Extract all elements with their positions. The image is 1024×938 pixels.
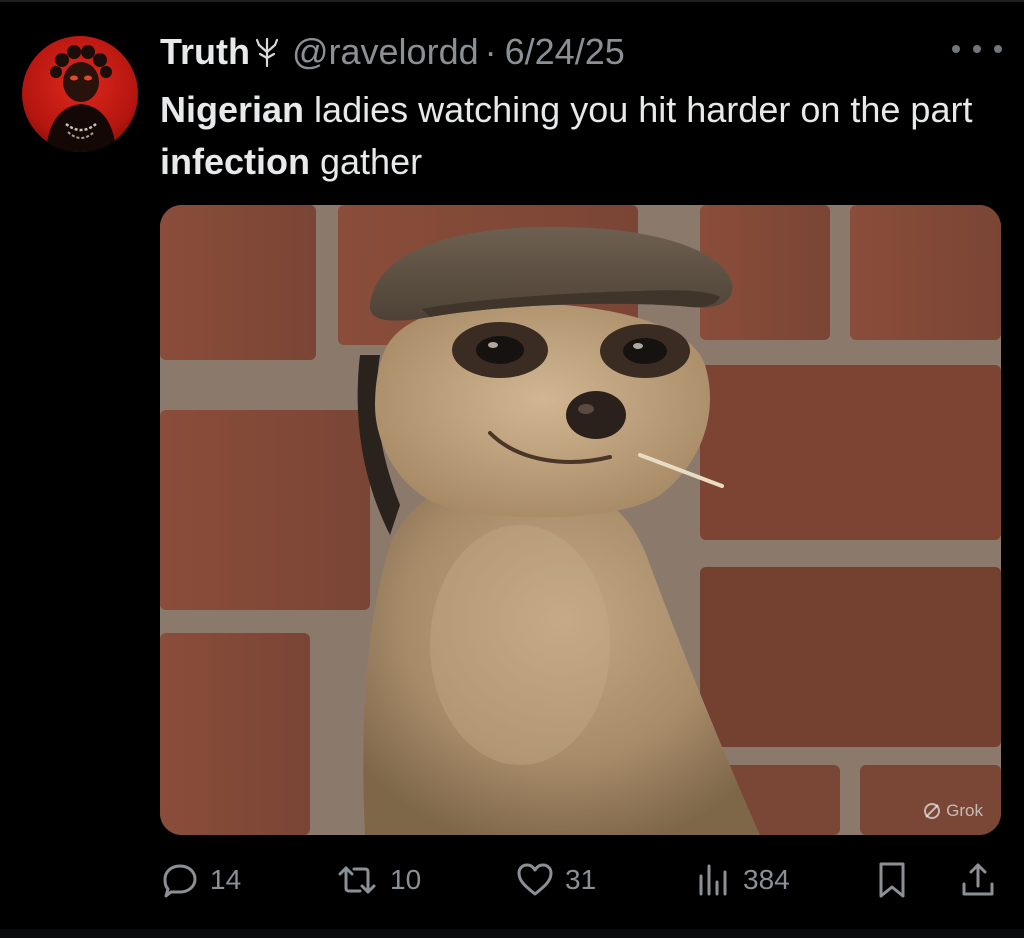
- views-count: 384: [743, 864, 790, 895]
- grok-watermark-label: Grok: [946, 801, 983, 820]
- tweet-text-bold-1: Nigerian: [160, 89, 305, 130]
- like-button[interactable]: 31: [515, 854, 596, 906]
- views-icon: [699, 864, 727, 896]
- more-icon[interactable]: [952, 36, 1002, 62]
- bookmark-icon: [879, 862, 905, 898]
- reply-button[interactable]: 14: [160, 854, 241, 906]
- tweet-container: Truth @ravelordd · 6/24/25 Nigerian ladi…: [0, 0, 1024, 938]
- tweet-text-part-2: ladies watching you hit harder on the pa…: [304, 89, 973, 130]
- reply-icon: [163, 864, 197, 898]
- bottom-divider: [0, 929, 1024, 938]
- tweet-media-image[interactable]: Grok: [160, 205, 1001, 835]
- reply-count: 14: [210, 864, 242, 895]
- action-bar: 14 10 31 384: [160, 854, 1002, 906]
- avatar[interactable]: [22, 36, 138, 152]
- tweet-header: Truth @ravelordd · 6/24/25: [160, 30, 625, 74]
- views-button[interactable]: 384: [693, 854, 790, 906]
- retweet-icon: [338, 866, 376, 894]
- retweet-count: 10: [390, 864, 422, 895]
- tweet-text: Nigerian ladies watching you hit harder …: [160, 84, 1000, 188]
- meerkat-photo: [160, 205, 1001, 835]
- share-icon: [962, 863, 994, 896]
- like-count: 31: [565, 864, 597, 895]
- tree-emoji-icon: [252, 36, 282, 68]
- tweet-text-part-4: gather: [310, 141, 423, 182]
- heart-icon: [517, 863, 553, 896]
- author-name[interactable]: Truth: [160, 31, 250, 73]
- avatar-image: [22, 36, 138, 152]
- retweet-button[interactable]: 10: [334, 854, 421, 906]
- author-handle[interactable]: @ravelordd: [292, 31, 479, 73]
- tweet-date[interactable]: 6/24/25: [505, 31, 625, 73]
- tweet-text-bold-2: infection: [160, 141, 310, 182]
- separator-dot: ·: [484, 31, 497, 72]
- bookmark-button[interactable]: [872, 854, 912, 906]
- grok-icon: [924, 803, 941, 819]
- share-button[interactable]: [958, 854, 998, 906]
- grok-watermark: Grok: [922, 801, 983, 821]
